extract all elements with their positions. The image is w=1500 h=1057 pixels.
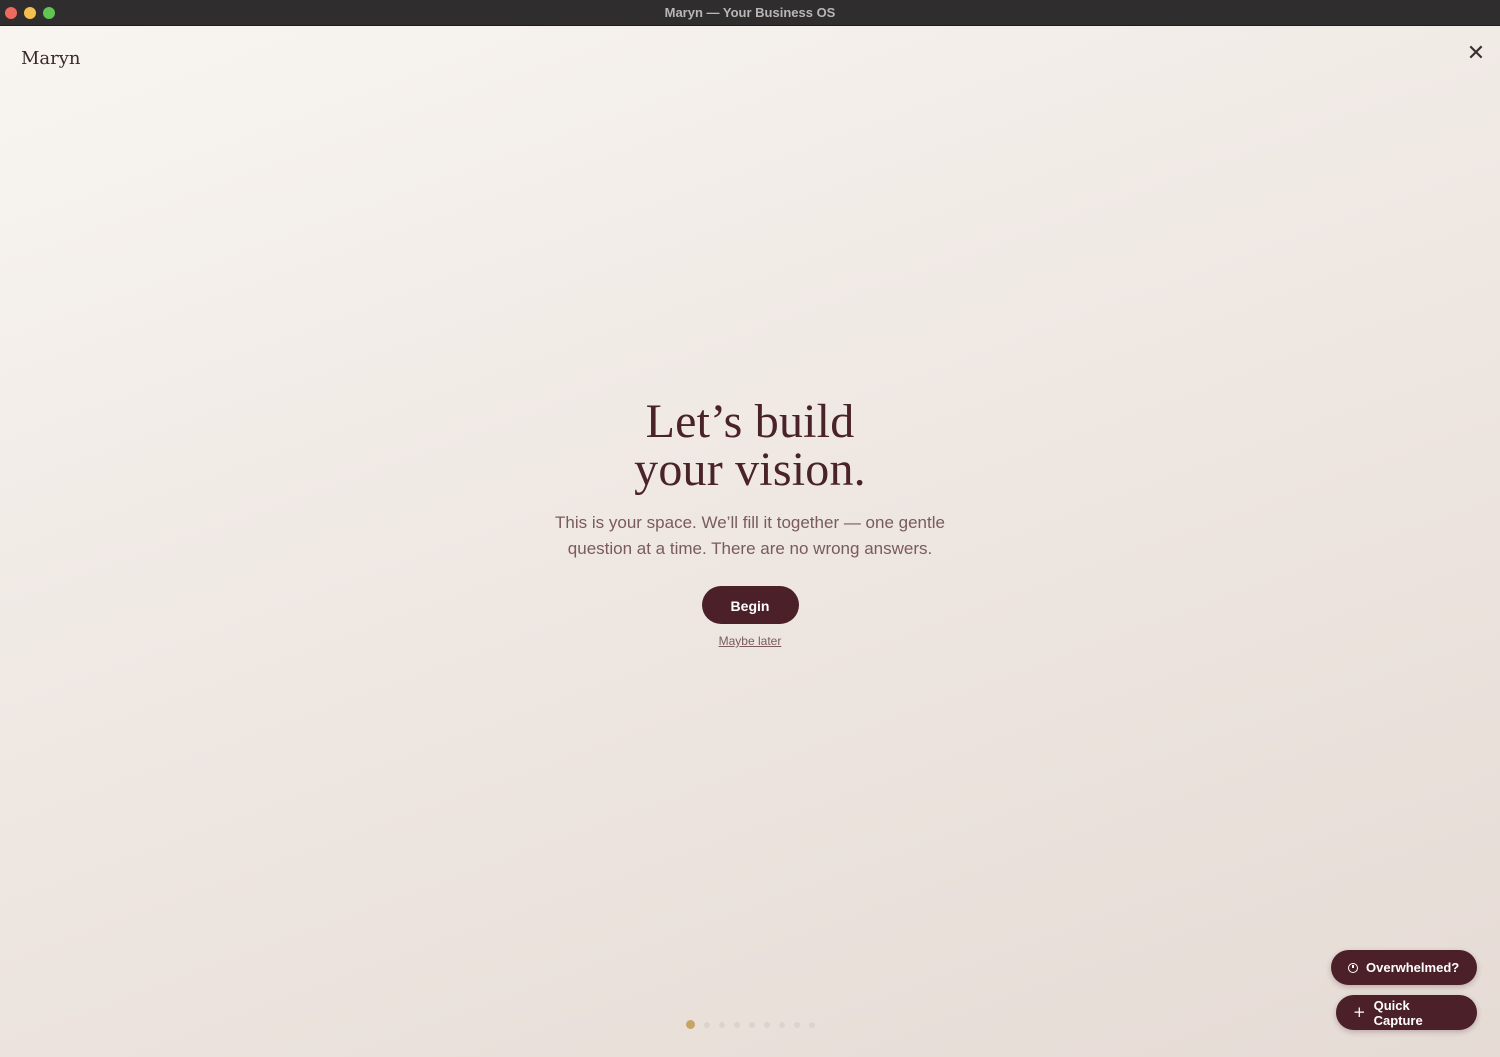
progress-dot (763, 1021, 770, 1028)
progress-dots (0, 1020, 1500, 1029)
quick-capture-label: Quick Capture (1373, 997, 1423, 1028)
clock-icon (1348, 962, 1358, 973)
headline-line-2: your vision. (634, 443, 866, 496)
close-icon[interactable]: ✕ (1466, 43, 1486, 65)
progress-dot (748, 1021, 755, 1028)
hero-section: Let’s build your vision. This is your sp… (0, 398, 1500, 649)
window-title: Maryn — Your Business OS (664, 5, 836, 20)
quick-capture-button[interactable]: + Quick Capture (1336, 995, 1477, 1030)
progress-dot (733, 1021, 740, 1028)
app-window: Maryn — Your Business OS Maryn ✕ Let’s b… (0, 0, 1500, 1057)
subtitle: This is your space. We’ll fill it togeth… (555, 513, 945, 558)
begin-button[interactable]: Begin (701, 586, 799, 624)
progress-dot (793, 1021, 800, 1028)
title-bar: Maryn — Your Business OS (0, 0, 1500, 26)
onboarding-screen: Maryn ✕ Let’s build your vision. This is… (0, 26, 1500, 1057)
headline: Let’s build your vision. (0, 398, 1500, 494)
overwhelmed-label: Overwhelmed? (1366, 960, 1460, 975)
maybe-later-link[interactable]: Maybe later (0, 634, 1500, 648)
progress-dot (808, 1021, 815, 1028)
overwhelmed-button[interactable]: Overwhelmed? (1331, 950, 1477, 985)
headline-line-1: Let’s build (645, 395, 855, 448)
progress-dot (703, 1021, 710, 1028)
plus-icon: + (1353, 1003, 1366, 1021)
progress-dot (778, 1021, 785, 1028)
brand-logo: Maryn (21, 48, 81, 69)
progress-dot (718, 1021, 725, 1028)
progress-dot-active (685, 1020, 695, 1029)
